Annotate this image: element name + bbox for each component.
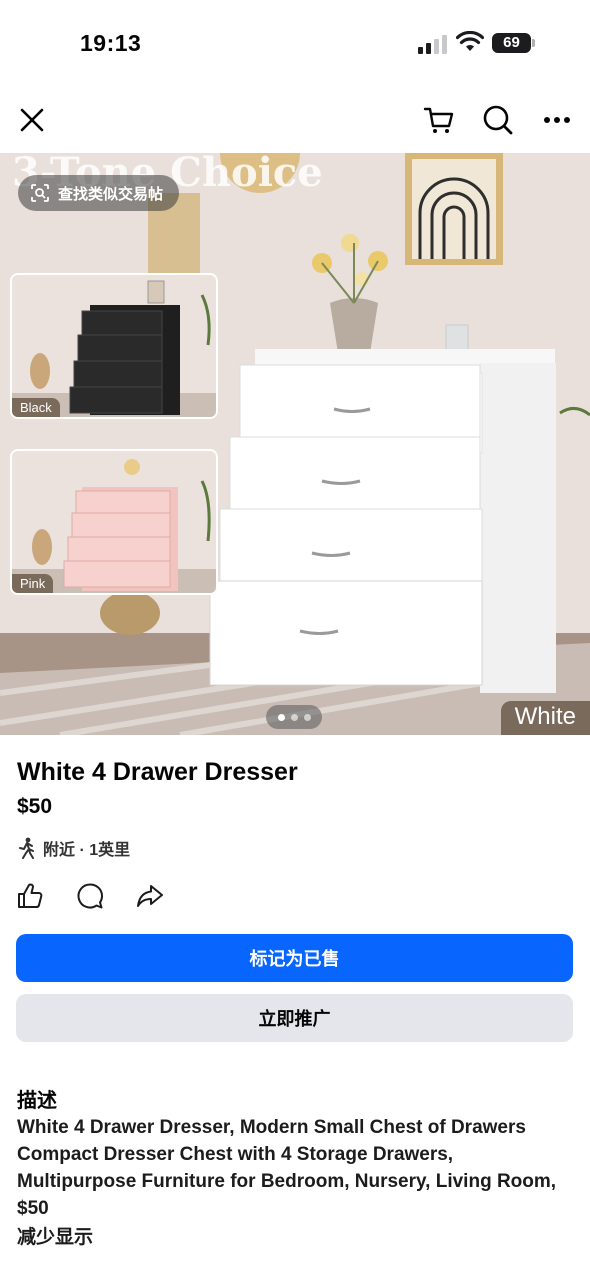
- comment-icon: [77, 883, 103, 909]
- photo-pagination[interactable]: [266, 705, 322, 729]
- page-dot-3: [303, 713, 311, 721]
- more-button[interactable]: [537, 100, 577, 140]
- cart-button[interactable]: [419, 100, 459, 140]
- page-dot-1: [277, 713, 285, 721]
- like-icon: [18, 883, 43, 908]
- find-similar-label: 查找类似交易帖: [58, 185, 164, 203]
- show-less-link[interactable]: 减少显示: [17, 1222, 93, 1249]
- more-icon: [544, 117, 570, 123]
- share-button[interactable]: [134, 878, 166, 914]
- find-similar-button[interactable]: 查找类似交易帖: [18, 175, 180, 211]
- battery-tip: [532, 39, 535, 47]
- variant-label-white: White: [500, 701, 590, 735]
- listing-location: 附近 · 1英里: [17, 835, 130, 861]
- nav-bar: [0, 88, 590, 152]
- like-button[interactable]: [14, 878, 46, 914]
- close-button[interactable]: [12, 100, 52, 140]
- listing-photo[interactable]: 3-Tone Choice 查找类似交易帖 Black Pink White: [0, 153, 590, 735]
- action-bar: [14, 878, 166, 914]
- variant-pink: Pink: [10, 449, 218, 595]
- visual-search-icon: [31, 184, 49, 202]
- cellular-signal-icon: [418, 35, 447, 54]
- description-text: White 4 Drawer Dresser, Modern Small Che…: [17, 1117, 557, 1219]
- battery-level: 69: [492, 33, 531, 53]
- location-text: 附近 · 1英里: [43, 842, 131, 859]
- comment-button[interactable]: [74, 878, 106, 914]
- wifi-icon: [456, 31, 484, 51]
- variant-black: Black: [10, 273, 218, 419]
- cart-icon: [423, 107, 454, 133]
- variant-label-black: Black: [12, 398, 60, 417]
- share-icon: [137, 885, 163, 907]
- status-bar: 19:13 69: [0, 0, 590, 88]
- listing-price: $50: [17, 795, 53, 818]
- walking-icon: [19, 837, 34, 859]
- battery-icon: 69: [492, 33, 536, 53]
- search-icon: [483, 105, 513, 135]
- variant-label-pink: Pink: [12, 574, 54, 593]
- listing-title: White 4 Drawer Dresser: [17, 758, 298, 786]
- close-icon: [20, 108, 44, 132]
- page-dot-2: [290, 713, 298, 721]
- search-button[interactable]: [478, 100, 518, 140]
- boost-listing-button[interactable]: 立即推广: [16, 994, 573, 1042]
- photo-scene: [0, 153, 590, 735]
- status-time: 19:13: [80, 30, 142, 56]
- mark-as-sold-button[interactable]: 标记为已售: [16, 934, 573, 982]
- description-heading: 描述: [17, 1090, 57, 1112]
